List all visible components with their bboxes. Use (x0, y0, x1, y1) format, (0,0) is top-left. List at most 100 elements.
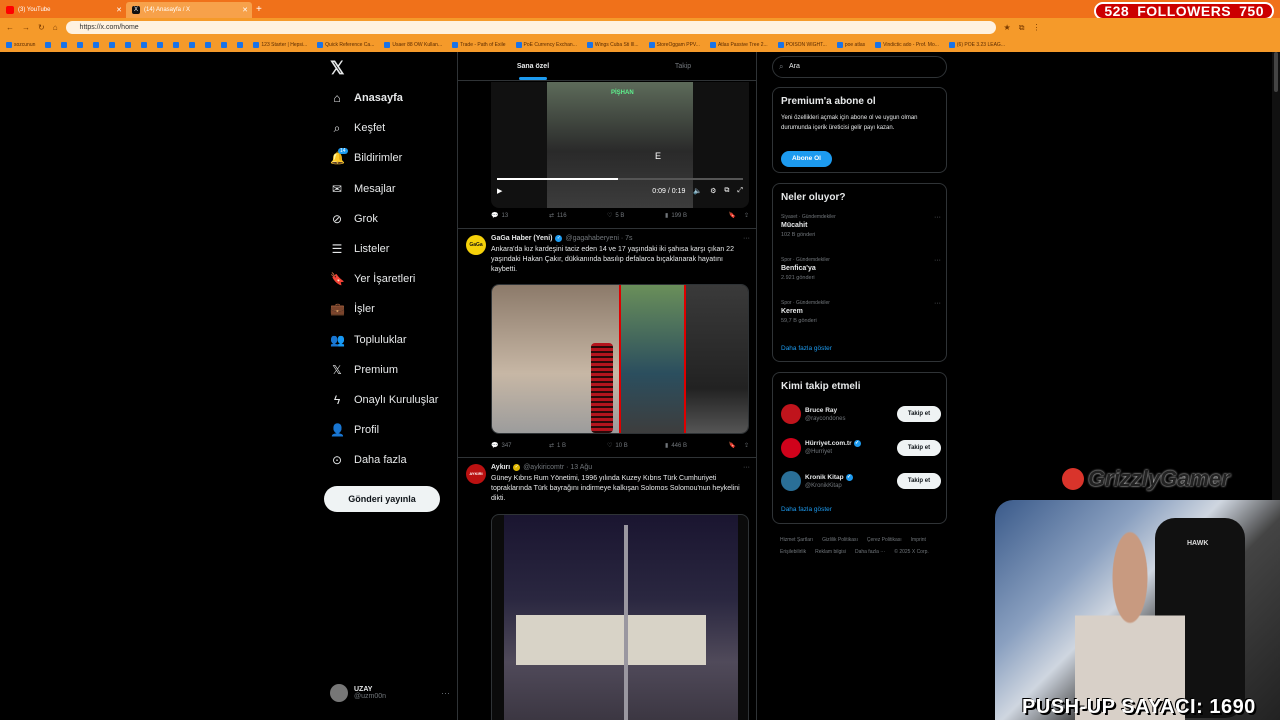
reply-button[interactable]: 💬 347 (491, 442, 549, 450)
bookmark-item[interactable]: Trade - Path of Exile (452, 41, 506, 48)
follow-show-more[interactable]: Daha fazla göster (781, 506, 832, 513)
new-tab-icon[interactable]: + (256, 4, 262, 15)
forward-icon[interactable]: → (22, 23, 30, 32)
media-image-3[interactable] (684, 285, 748, 433)
nav-item-grok[interactable]: ⊘ Grok (330, 208, 378, 230)
nav-item-list[interactable]: ☰ Listeler (330, 238, 390, 260)
follow-suggestion[interactable]: Kronik Kitap ✓ @KronikKitap Takip et (781, 470, 941, 492)
search-input[interactable]: ⌕ Ara (772, 56, 947, 78)
tab-following[interactable]: Takip (608, 52, 756, 80)
bookmark-item[interactable] (141, 41, 148, 48)
settings-icon[interactable]: ⚙ (710, 187, 716, 195)
more-icon[interactable]: ··· (934, 300, 941, 307)
bookmark-item[interactable]: Atlas Passive Tree 2... (709, 41, 768, 48)
tab-x-home[interactable]: X (14) Anasayfa / X ✕ (126, 2, 252, 18)
bookmark-item[interactable]: POISON WIGHT... (777, 41, 827, 48)
bookmark-icon[interactable]: 🔖 (728, 442, 735, 449)
footer-link[interactable]: Gizlilik Politikası (822, 534, 858, 546)
bookmark-item[interactable] (237, 41, 244, 48)
bookmark-item[interactable] (189, 41, 196, 48)
bookmark-item[interactable] (205, 41, 212, 48)
media-image-1[interactable] (492, 285, 619, 433)
bookmark-item[interactable] (61, 41, 68, 48)
bookmark-item[interactable] (221, 41, 228, 48)
bookmark-item[interactable] (93, 41, 100, 48)
more-icon[interactable]: ··· (743, 235, 750, 242)
post-media-images[interactable] (491, 284, 749, 434)
video-progress-bar[interactable] (497, 178, 743, 180)
close-icon[interactable]: ✕ (242, 6, 248, 14)
nav-item-lightning[interactable]: ϟ Onaylı Kuruluşlar (330, 389, 439, 411)
bookmark-item[interactable] (125, 41, 132, 48)
avatar[interactable] (781, 471, 801, 491)
star-icon[interactable]: ★ (1004, 23, 1011, 32)
post-button[interactable]: Gönderi yayınla (324, 486, 440, 512)
bookmark-item[interactable] (157, 41, 164, 48)
bookmark-item[interactable]: 123 Starter | Hepsi... (253, 41, 307, 48)
subscribe-button[interactable]: Abone Ol (781, 151, 832, 167)
nav-item-mail[interactable]: ✉ Mesajlar (330, 178, 396, 200)
more-icon[interactable]: ··· (934, 214, 941, 221)
menu-icon[interactable]: ⋮ (1032, 23, 1040, 32)
media-image-2[interactable] (618, 285, 685, 433)
avatar[interactable]: GaGa (466, 235, 486, 255)
extensions-icon[interactable]: ⧉ (1019, 23, 1025, 33)
bookmark-item[interactable] (45, 41, 52, 48)
bookmark-item[interactable]: Quick Reference Ca... (317, 41, 374, 48)
x-logo-icon[interactable]: 𝕏 (330, 58, 345, 79)
footer-link[interactable]: Reklam bilgisi (815, 546, 846, 558)
author-handle[interactable]: @gagahaberyeni · 7s (565, 235, 632, 242)
reply-button[interactable]: 💬 13 (491, 212, 549, 220)
url-bar[interactable]: https://x.com/home (65, 21, 996, 34)
tab-for-you[interactable]: Sana özel (458, 52, 608, 80)
more-icon[interactable]: ··· (441, 688, 450, 698)
share-icon[interactable]: ⇪ (744, 442, 749, 449)
nav-item-more-circle[interactable]: ⊙ Daha fazla (330, 449, 407, 471)
repost-button[interactable]: ⇄ 1 B (549, 442, 607, 450)
trend-item[interactable]: Spor · Gündemdekiler Benfica'ya 2.921 gönd… (781, 257, 941, 281)
footer-link[interactable]: Erişilebilirlik (780, 546, 806, 558)
footer-link[interactable]: Hizmet Şartları (780, 534, 813, 546)
bookmark-item[interactable] (77, 41, 84, 48)
pip-icon[interactable]: ⧉ (724, 187, 729, 195)
nav-item-home[interactable]: ⌂ Anasayfa (330, 87, 403, 109)
nav-item-briefcase[interactable]: 💼 İşler (330, 298, 375, 320)
volume-icon[interactable]: 🔈 (693, 187, 702, 195)
nav-item-x-logo[interactable]: 𝕏 Premium (330, 359, 398, 381)
footer-link[interactable]: Çerez Politikası (867, 534, 902, 546)
tab-youtube[interactable]: (3) YouTube ✕ (0, 2, 126, 18)
avatar[interactable]: AYKIRI (466, 464, 486, 484)
bookmark-item[interactable]: Usaer 88 OW Kullan... (384, 41, 442, 48)
footer-link[interactable]: © 2025 X Corp. (894, 546, 929, 558)
home-icon[interactable]: ⌂ (53, 23, 58, 32)
more-icon[interactable]: ··· (743, 464, 750, 471)
post-media-video[interactable] (491, 514, 749, 720)
repost-button[interactable]: ⇄ 116 (549, 212, 607, 220)
account-switcher[interactable]: UZAY @uzm00n ··· (330, 684, 450, 702)
follow-suggestion[interactable]: Bruce Ray @raycondones Takip et (781, 403, 941, 425)
avatar[interactable] (781, 437, 801, 458)
follow-button[interactable]: Takip et (897, 406, 941, 422)
nav-item-bell[interactable]: 🔔 14 Bildirimler (330, 147, 402, 169)
avatar[interactable] (781, 404, 801, 424)
bookmark-icon[interactable]: 🔖 (728, 212, 735, 219)
footer-link[interactable]: Imprint (911, 534, 926, 546)
scrollbar-thumb[interactable] (1274, 52, 1278, 92)
close-icon[interactable]: ✕ (116, 6, 122, 14)
like-button[interactable]: ♡ 10 B (607, 442, 665, 450)
trend-item[interactable]: Siyaset · Gündemdekiler Mücahit 102 B gönd… (781, 214, 941, 238)
bookmark-item[interactable] (109, 41, 116, 48)
follow-button[interactable]: Takip et (897, 439, 941, 456)
author-name[interactable]: Aykırı (491, 464, 510, 471)
author-handle[interactable]: @aykiricomtr · 13 Ağu (523, 464, 592, 471)
back-icon[interactable]: ← (6, 23, 14, 32)
trend-item[interactable]: Spor · Gündemdekiler Kerem 59,7 B gönderi ·… (781, 300, 941, 324)
bookmark-item[interactable]: StoreOggam PPV... (648, 41, 700, 48)
author-name[interactable]: GaGa Haber (Yeni) (491, 235, 552, 242)
fullscreen-icon[interactable]: ⤢ (737, 187, 743, 195)
nav-item-people[interactable]: 👥 Topluluklar (330, 329, 407, 351)
play-icon[interactable]: ▶ (497, 187, 502, 195)
bookmark-item[interactable]: poe atlas (836, 41, 865, 48)
views-button[interactable]: ▮ 446 B (665, 442, 723, 450)
share-icon[interactable]: ⇪ (744, 212, 749, 219)
